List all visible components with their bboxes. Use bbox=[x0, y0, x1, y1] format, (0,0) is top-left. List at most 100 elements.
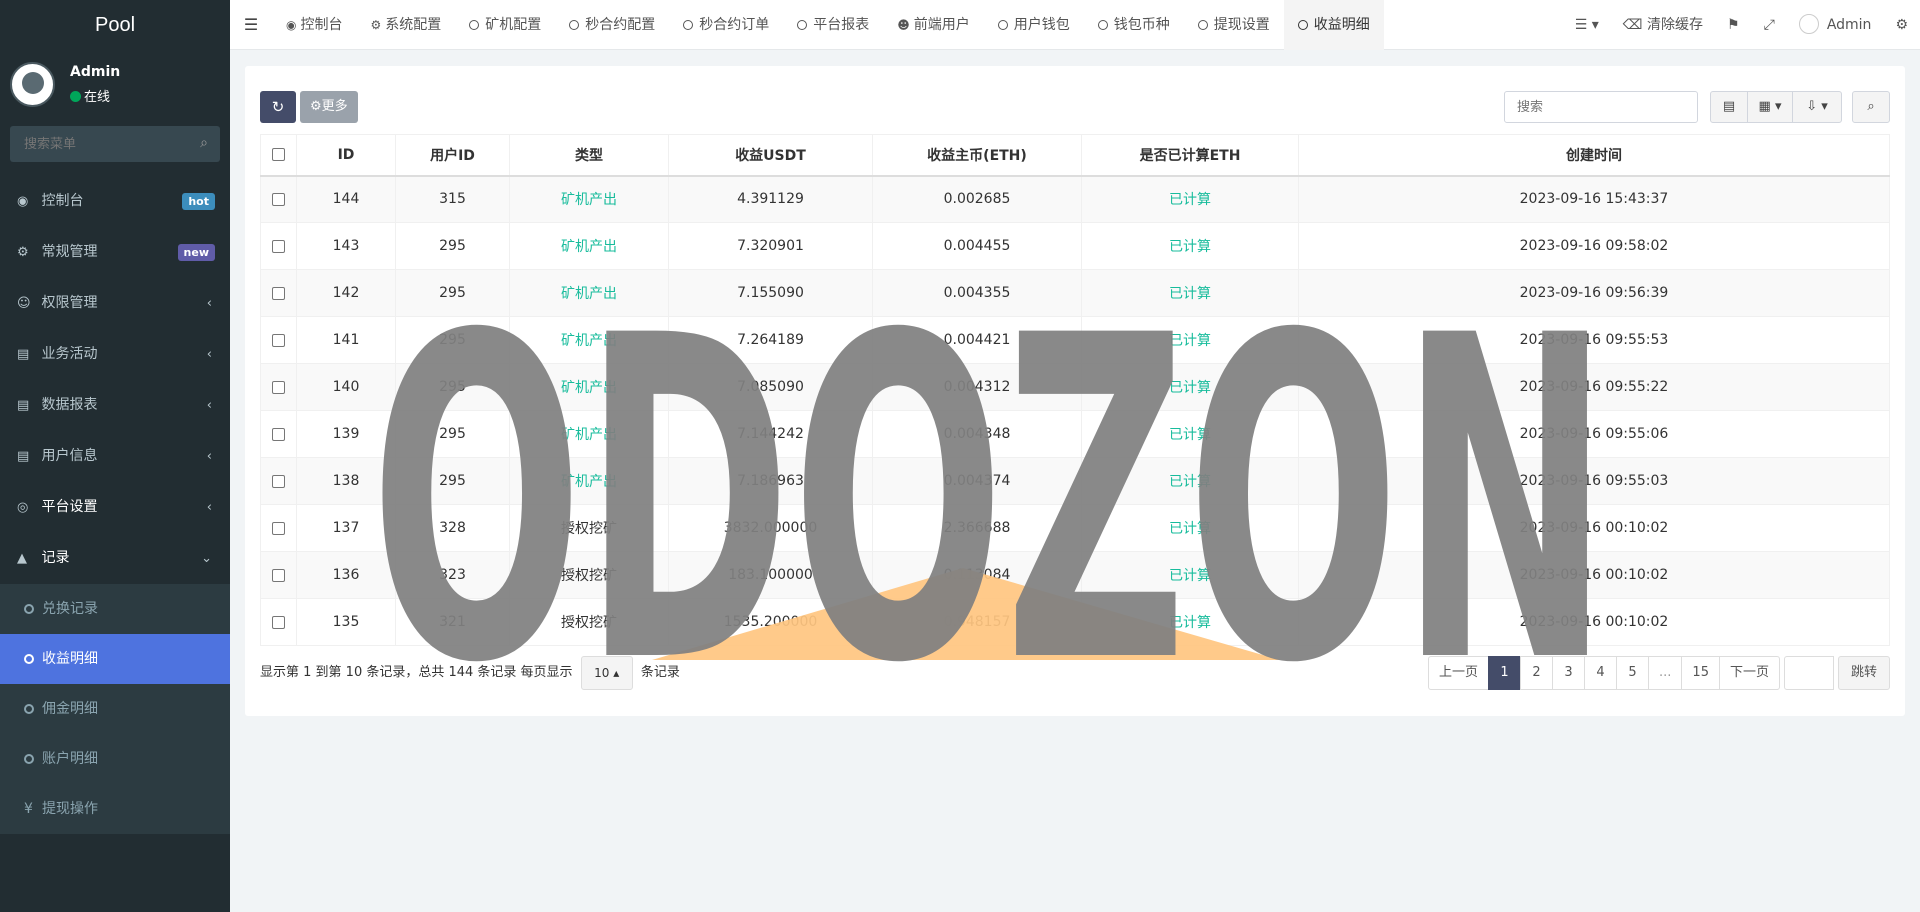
advanced-search-button[interactable]: ⌕ bbox=[1852, 91, 1890, 123]
next-page-button[interactable]: 下一页 bbox=[1718, 656, 1780, 690]
row-checkbox[interactable] bbox=[272, 380, 285, 394]
id-card-icon: ▤ bbox=[17, 347, 30, 362]
page-button[interactable]: 4 bbox=[1584, 656, 1618, 690]
row-checkbox[interactable] bbox=[272, 521, 285, 535]
user-name: Admin bbox=[70, 64, 121, 80]
sidebar-item-userinfo[interactable]: ▤ 用户信息 ‹ bbox=[0, 431, 230, 482]
refresh-button[interactable]: ↻ bbox=[260, 91, 296, 123]
tab-miner-config[interactable]: 矿机配置 bbox=[455, 0, 555, 50]
yen-icon: ¥ bbox=[24, 801, 33, 817]
page-button[interactable]: 5 bbox=[1616, 656, 1650, 690]
row-checkbox[interactable] bbox=[272, 568, 285, 582]
table-row[interactable]: 143 295 矿机产出 7.320901 0.004455 已计算 2023-09-16 … bbox=[260, 222, 1890, 270]
language-toggle[interactable]: ⚑ bbox=[1715, 0, 1752, 50]
user-circle-icon: ☻ bbox=[897, 18, 910, 32]
column-header[interactable]: 类型 bbox=[509, 134, 669, 177]
dashboard-icon: ◉ bbox=[17, 194, 29, 209]
column-header[interactable]: 是否已计算ETH bbox=[1081, 134, 1299, 177]
fullscreen-toggle[interactable]: ⤢ bbox=[1752, 0, 1787, 50]
table-header-row: ID 用户ID 类型 收益USDT 收益主币(ETH) 是否已计算ETH 创建时… bbox=[260, 134, 1890, 177]
sidebar-item-label: 控制台 bbox=[41, 193, 84, 209]
page-button[interactable]: 1 bbox=[1488, 656, 1522, 690]
tab-frontend-users[interactable]: ☻ 前端用户 bbox=[883, 0, 984, 50]
tab-contract-config[interactable]: 秒合约配置 bbox=[555, 0, 669, 50]
toggle-view-button[interactable]: ▤ bbox=[1710, 91, 1748, 123]
sidebar-menu: ◉ 控制台 hot ⚙ 常规管理 new ☺ 权限管理 ‹ ▤ 业务活动 ‹ ▤… bbox=[0, 176, 230, 834]
tab-user-wallet[interactable]: 用户钱包 bbox=[984, 0, 1084, 50]
earnings-table: ID 用户ID 类型 收益USDT 收益主币(ETH) 是否已计算ETH 创建时… bbox=[260, 134, 1890, 646]
tab-dashboard[interactable]: ◉ 控制台 bbox=[272, 0, 356, 50]
row-checkbox[interactable] bbox=[272, 333, 285, 347]
table-row[interactable]: 139 295 矿机产出 7.144242 0.004348 已计算 2023-09-16 … bbox=[260, 410, 1890, 458]
export-dropdown[interactable]: ⇩ ▾ bbox=[1792, 91, 1842, 123]
table-row[interactable]: 136 323 授权挖矿 183.100000 0.113084 已计算 2023-09-1… bbox=[260, 551, 1890, 599]
table-search-input[interactable] bbox=[1504, 91, 1698, 123]
page-button[interactable]: 3 bbox=[1552, 656, 1586, 690]
row-checkbox[interactable] bbox=[272, 286, 285, 300]
jump-button[interactable]: 跳转 bbox=[1837, 656, 1890, 690]
sidebar-subitem-commission[interactable]: 佣金明细 bbox=[0, 684, 230, 734]
search-icon[interactable]: ⌕ bbox=[200, 135, 208, 151]
sidebar-item-permissions[interactable]: ☺ 权限管理 ‹ bbox=[0, 278, 230, 329]
row-checkbox[interactable] bbox=[272, 427, 285, 441]
column-header[interactable]: ID bbox=[296, 134, 396, 177]
language-icon: ⚑ bbox=[1727, 17, 1740, 33]
page-ellipsis: ... bbox=[1648, 656, 1683, 690]
tab-wallet-currency[interactable]: 钱包币种 bbox=[1084, 0, 1184, 50]
select-all-checkbox[interactable] bbox=[272, 148, 285, 162]
circle-icon bbox=[1197, 20, 1208, 30]
table-row[interactable]: 142 295 矿机产出 7.155090 0.004355 已计算 2023-09-16 … bbox=[260, 269, 1890, 317]
table-row[interactable]: 138 295 矿机产出 7.186963 0.004374 已计算 2023-09-16 … bbox=[260, 457, 1890, 505]
sidebar-subitem-account[interactable]: 账户明细 bbox=[0, 734, 230, 784]
table-tools: ▤ ▦ ▾ ⇩ ▾ ⌕ bbox=[1504, 91, 1890, 123]
sidebar-item-records[interactable]: ▲ 记录 ⌄ bbox=[0, 533, 230, 584]
table-row[interactable]: 135 321 授权挖矿 1535.200000 0.948157 已计算 2023-09-… bbox=[260, 598, 1890, 646]
clear-cache-button[interactable]: ⌫ 清除缓存 bbox=[1611, 0, 1715, 50]
sidebar-item-dashboard[interactable]: ◉ 控制台 hot bbox=[0, 176, 230, 227]
columns-dropdown[interactable]: ▦ ▾ bbox=[1747, 91, 1793, 123]
sidebar-item-reports[interactable]: ▤ 数据报表 ‹ bbox=[0, 380, 230, 431]
area-chart-icon: ▲ bbox=[17, 551, 27, 566]
page-size-dropdown[interactable]: 10 ▴ bbox=[580, 656, 633, 690]
row-checkbox[interactable] bbox=[272, 239, 285, 253]
user-menu[interactable]: Admin bbox=[1787, 0, 1884, 50]
tab-list-dropdown[interactable]: ☰ ▾ bbox=[1563, 0, 1611, 50]
prev-page-button[interactable]: 上一页 bbox=[1428, 656, 1490, 690]
grid-icon: ▦ bbox=[1758, 99, 1771, 114]
more-button[interactable]: ⚙更多 bbox=[300, 91, 358, 123]
table-row[interactable]: 141 295 矿机产出 7.264189 0.004421 已计算 2023-09-16 … bbox=[260, 316, 1890, 364]
sidebar-subitem-earnings[interactable]: 收益明细 bbox=[0, 634, 230, 684]
tab-withdraw-settings[interactable]: 提现设置 bbox=[1184, 0, 1284, 50]
chevron-left-icon: ‹ bbox=[206, 398, 212, 413]
hot-badge: hot bbox=[182, 193, 215, 210]
table-row[interactable]: 140 295 矿机产出 7.085090 0.004312 已计算 2023-09-16 … bbox=[260, 363, 1890, 411]
tab-earnings-detail[interactable]: 收益明细 bbox=[1283, 0, 1384, 50]
navbar-right-tools: ☰ ▾ ⌫ 清除缓存 ⚑ ⤢ Admin ⚙ bbox=[1563, 0, 1920, 50]
column-header[interactable]: 收益主币(ETH) bbox=[872, 134, 1082, 177]
page-button[interactable]: 15 bbox=[1681, 656, 1720, 690]
tab-platform-report[interactable]: 平台报表 bbox=[783, 0, 883, 50]
file-icon: ▤ bbox=[17, 398, 30, 413]
row-checkbox[interactable] bbox=[272, 192, 285, 206]
control-sidebar-toggle[interactable]: ⚙ bbox=[1883, 0, 1920, 50]
menu-toggle-icon[interactable]: ☰ bbox=[230, 0, 272, 50]
sidebar-search-input[interactable] bbox=[10, 126, 180, 162]
sidebar-subitem-exchange[interactable]: 兑换记录 bbox=[0, 584, 230, 634]
table-row[interactable]: 144 315 矿机产出 4.391129 0.002685 已计算 2023-09-16 … bbox=[260, 175, 1890, 223]
sidebar-item-business[interactable]: ▤ 业务活动 ‹ bbox=[0, 329, 230, 380]
table-row[interactable]: 137 328 授权挖矿 3832.000000 2.366688 已计算 2023-09-… bbox=[260, 504, 1890, 552]
sidebar-subitem-withdraw[interactable]: ¥ 提现操作 bbox=[0, 784, 230, 834]
sidebar-item-general[interactable]: ⚙ 常规管理 new bbox=[0, 227, 230, 278]
tab-contract-orders[interactable]: 秒合约订单 bbox=[669, 0, 783, 50]
sidebar-item-platform[interactable]: ◎ 平台设置 ‹ bbox=[0, 482, 230, 533]
chevron-left-icon: ‹ bbox=[206, 347, 212, 362]
column-header[interactable]: 用户ID bbox=[395, 134, 510, 177]
column-header[interactable]: 创建时间 bbox=[1298, 134, 1890, 177]
page-button[interactable]: 2 bbox=[1520, 656, 1554, 690]
brand-logo[interactable]: Pool bbox=[0, 0, 230, 50]
row-checkbox[interactable] bbox=[272, 474, 285, 488]
tab-system-config[interactable]: ⚙ 系统配置 bbox=[356, 0, 455, 50]
row-checkbox[interactable] bbox=[272, 615, 285, 629]
column-header[interactable]: 收益USDT bbox=[668, 134, 873, 177]
jump-page-input[interactable] bbox=[1783, 656, 1834, 690]
